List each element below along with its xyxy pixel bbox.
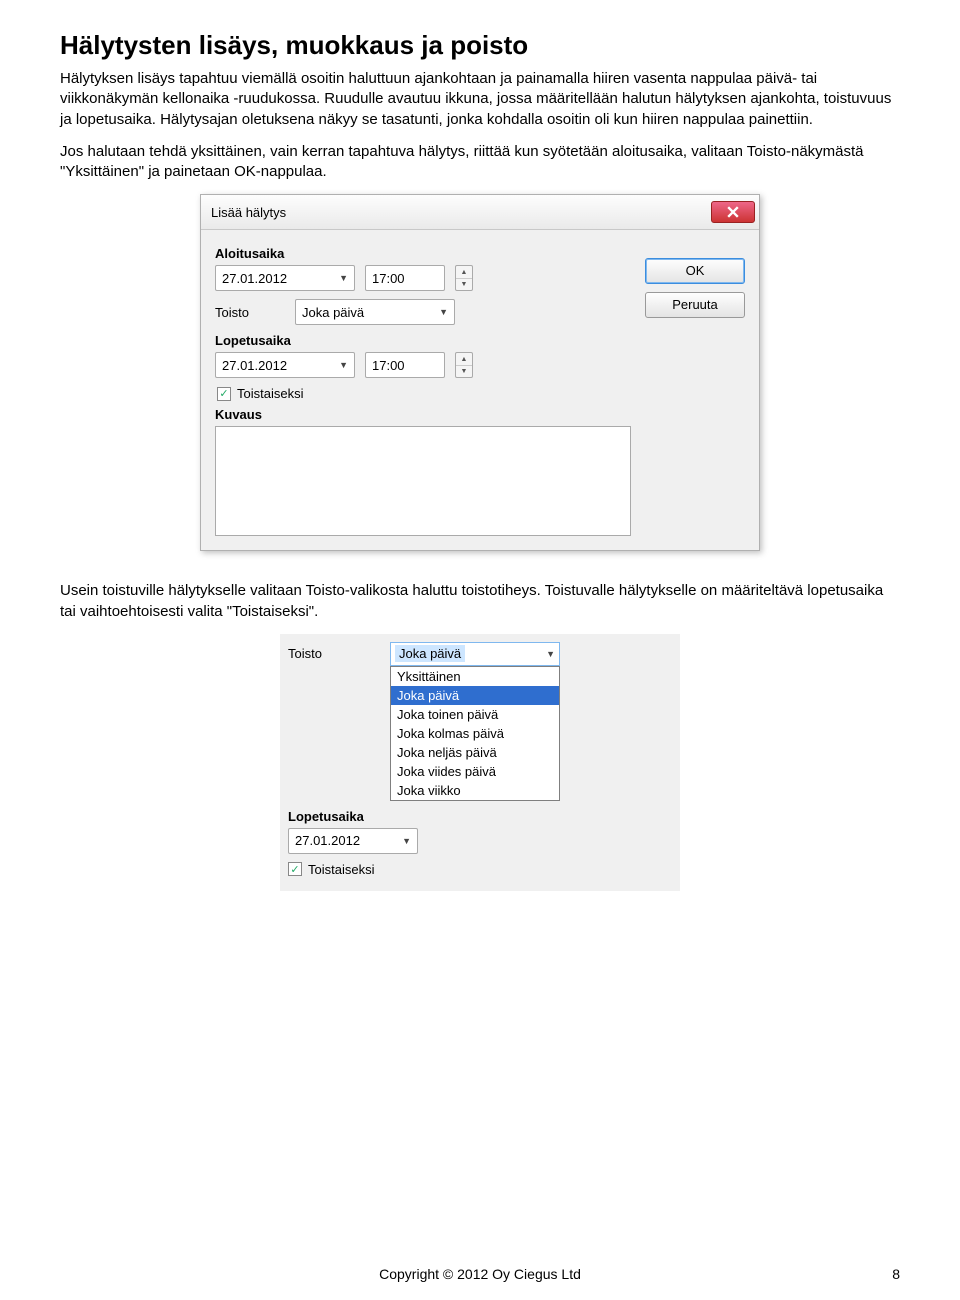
description-label: Kuvaus: [215, 407, 631, 422]
end-date-value: 27.01.2012: [222, 358, 287, 373]
page-number: 8: [892, 1266, 900, 1282]
combo-option[interactable]: Joka kolmas päivä: [391, 724, 559, 743]
paragraph-3: Usein toistuville hälytykselle valitaan …: [60, 581, 900, 622]
snippet-end-date-value: 27.01.2012: [295, 833, 360, 848]
repeat-value: Joka päivä: [302, 305, 364, 320]
snippet-end-date-field[interactable]: 27.01.2012 ▼: [288, 828, 418, 854]
start-time-field[interactable]: 17:00: [365, 265, 445, 291]
start-time-stepper[interactable]: ▲ ▼: [455, 265, 473, 291]
repeat-label: Toisto: [215, 305, 285, 320]
close-icon: [727, 206, 739, 218]
repeat-combobox-list: Yksittäinen Joka päivä Joka toinen päivä…: [390, 666, 560, 801]
snippet-until-further-label: Toistaiseksi: [308, 862, 374, 877]
chevron-down-icon: ▼: [546, 649, 555, 659]
end-time-field[interactable]: 17:00: [365, 352, 445, 378]
end-time-stepper[interactable]: ▲ ▼: [455, 352, 473, 378]
start-time-value: 17:00: [372, 271, 405, 286]
repeat-combobox-value: Joka päivä: [395, 645, 465, 662]
stepper-up-icon: ▲: [456, 353, 472, 366]
repeat-combobox[interactable]: Joka päivä ▼: [390, 642, 560, 666]
dialog-titlebar: Lisää hälytys: [201, 195, 759, 230]
cancel-button[interactable]: Peruuta: [645, 292, 745, 318]
dialog-figure: Lisää hälytys Aloitusaika 27.01.2012 ▼ 1…: [60, 194, 900, 551]
add-alarm-dialog: Lisää hälytys Aloitusaika 27.01.2012 ▼ 1…: [200, 194, 760, 551]
end-date-field[interactable]: 27.01.2012 ▼: [215, 352, 355, 378]
paragraph-1: Hälytyksen lisäys tapahtuu viemällä osoi…: [60, 69, 900, 130]
combo-option[interactable]: Joka viides päivä: [391, 762, 559, 781]
dialog-title: Lisää hälytys: [211, 205, 286, 220]
start-date-field[interactable]: 27.01.2012 ▼: [215, 265, 355, 291]
snippet-end-label: Lopetusaika: [288, 809, 672, 824]
combo-option[interactable]: Yksittäinen: [391, 667, 559, 686]
snippet-repeat-label: Toisto: [288, 642, 380, 661]
footer-copyright: Copyright © 2012 Oy Ciegus Ltd: [0, 1266, 960, 1282]
start-time-label: Aloitusaika: [215, 246, 631, 261]
paragraph-2: Jos halutaan tehdä yksittäinen, vain ker…: [60, 142, 900, 183]
stepper-down-icon: ▼: [456, 279, 472, 291]
chevron-down-icon: ▼: [402, 836, 411, 846]
close-button[interactable]: [711, 201, 755, 223]
snippet-until-further-checkbox[interactable]: ✓: [288, 862, 302, 876]
end-time-label: Lopetusaika: [215, 333, 631, 348]
stepper-up-icon: ▲: [456, 266, 472, 279]
combo-option[interactable]: Joka toinen päivä: [391, 705, 559, 724]
description-textarea[interactable]: [215, 426, 631, 536]
section-heading: Hälytysten lisäys, muokkaus ja poisto: [60, 30, 900, 61]
dropdown-figure: Toisto Joka päivä ▼ Yksittäinen Joka päi…: [60, 634, 900, 891]
chevron-down-icon: ▼: [439, 307, 448, 317]
combo-option[interactable]: Joka neljäs päivä: [391, 743, 559, 762]
until-further-checkbox[interactable]: ✓: [217, 387, 231, 401]
repeat-select[interactable]: Joka päivä ▼: [295, 299, 455, 325]
end-time-value: 17:00: [372, 358, 405, 373]
combo-option[interactable]: Joka viikko: [391, 781, 559, 800]
stepper-down-icon: ▼: [456, 366, 472, 378]
until-further-label: Toistaiseksi: [237, 386, 303, 401]
chevron-down-icon: ▼: [339, 273, 348, 283]
start-date-value: 27.01.2012: [222, 271, 287, 286]
ok-button[interactable]: OK: [645, 258, 745, 284]
combo-option[interactable]: Joka päivä: [391, 686, 559, 705]
chevron-down-icon: ▼: [339, 360, 348, 370]
